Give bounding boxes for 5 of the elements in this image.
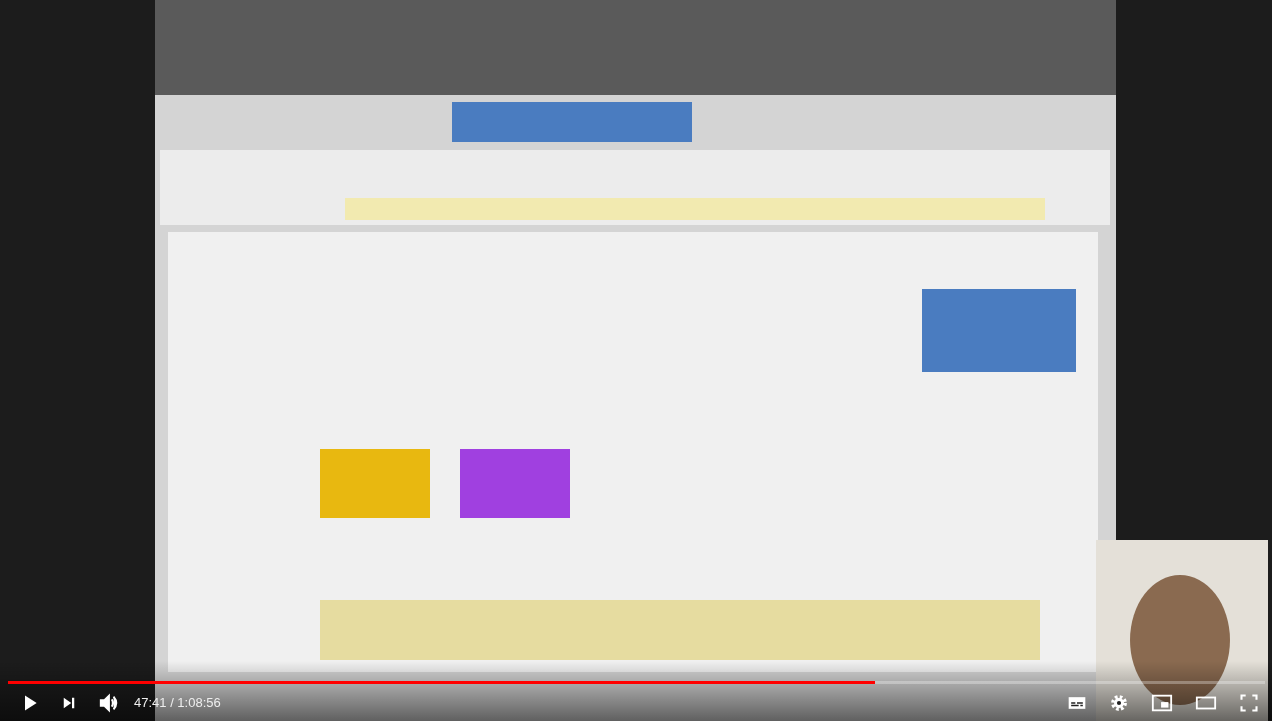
settings-icon[interactable] <box>1109 692 1129 713</box>
progress-bar[interactable] <box>8 681 1265 684</box>
volume-icon[interactable] <box>98 691 120 714</box>
fullscreen-icon[interactable] <box>1239 692 1259 713</box>
time-display: 47:41 / 1:08:56 <box>134 695 221 710</box>
